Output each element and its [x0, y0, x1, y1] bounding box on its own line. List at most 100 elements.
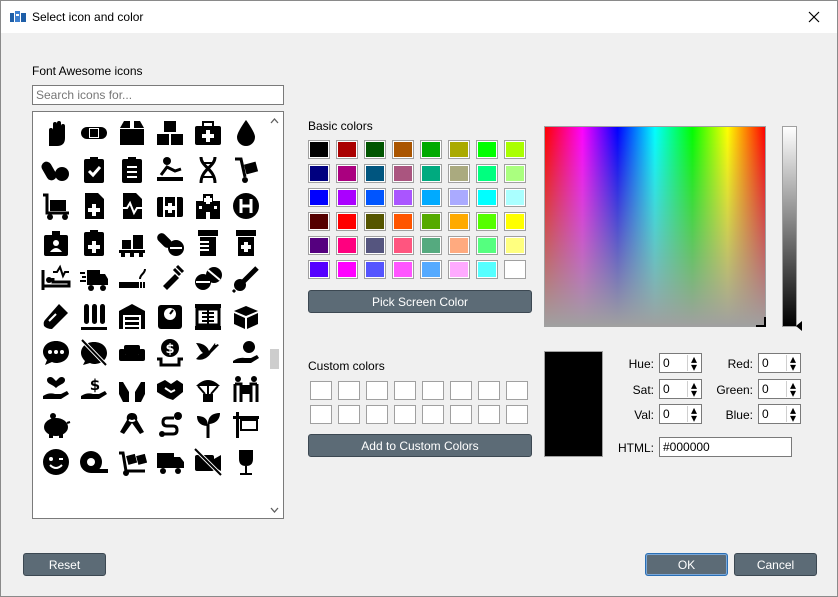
icon-cell[interactable]: [37, 410, 75, 447]
icon-cell[interactable]: $: [151, 337, 189, 374]
color-swatch[interactable]: [420, 260, 442, 279]
icon-cell[interactable]: [227, 447, 265, 484]
icon-cell[interactable]: [151, 228, 189, 265]
icon-cell[interactable]: [189, 447, 227, 484]
icon-cell[interactable]: [113, 155, 151, 192]
icon-cell[interactable]: [151, 410, 189, 447]
color-swatch[interactable]: [336, 260, 358, 279]
icon-cell[interactable]: [37, 374, 75, 411]
custom-color-slot[interactable]: [478, 405, 500, 424]
color-swatch[interactable]: [504, 188, 526, 207]
icon-cell[interactable]: [151, 301, 189, 338]
color-swatch[interactable]: [420, 140, 442, 159]
custom-color-slot[interactable]: [422, 381, 444, 400]
icon-cell[interactable]: [75, 191, 113, 228]
color-swatch[interactable]: [448, 140, 470, 159]
custom-color-slot[interactable]: [310, 381, 332, 400]
icon-list-scrollbar[interactable]: [266, 112, 283, 518]
color-swatch[interactable]: [336, 212, 358, 231]
icon-cell[interactable]: [75, 228, 113, 265]
color-swatch[interactable]: [364, 212, 386, 231]
add-custom-color-button[interactable]: Add to Custom Colors: [308, 434, 532, 457]
color-swatch[interactable]: [308, 164, 330, 183]
color-swatch[interactable]: [448, 236, 470, 255]
color-swatch[interactable]: [392, 260, 414, 279]
custom-color-slot[interactable]: [366, 381, 388, 400]
sat-spinbox[interactable]: 0 ▴ ▾: [659, 378, 702, 400]
color-swatch[interactable]: [504, 260, 526, 279]
icon-cell[interactable]: [189, 155, 227, 192]
icon-cell[interactable]: [37, 337, 75, 374]
custom-color-slot[interactable]: [338, 405, 360, 424]
custom-color-slot[interactable]: [450, 381, 472, 400]
custom-color-slot[interactable]: [506, 381, 528, 400]
spin-down-icon[interactable]: ▾: [787, 386, 799, 400]
icon-cell[interactable]: [227, 301, 265, 338]
color-swatch[interactable]: [420, 236, 442, 255]
icon-cell[interactable]: [37, 191, 75, 228]
custom-color-slot[interactable]: [338, 381, 360, 400]
spin-down-icon[interactable]: ▾: [688, 386, 700, 400]
luminance-arrow-icon[interactable]: [796, 321, 802, 331]
icon-cell[interactable]: [75, 118, 113, 155]
icon-cell[interactable]: [227, 337, 265, 374]
color-swatch[interactable]: [448, 188, 470, 207]
icon-cell[interactable]: [227, 410, 265, 447]
custom-color-slot[interactable]: [478, 381, 500, 400]
scroll-thumb[interactable]: [270, 349, 279, 369]
pick-screen-color-button[interactable]: Pick Screen Color: [308, 290, 532, 313]
close-button[interactable]: [791, 1, 837, 33]
blue-spinbox[interactable]: 0 ▴ ▾: [758, 403, 801, 425]
luminance-slider[interactable]: [782, 126, 797, 327]
ok-button[interactable]: OK: [645, 553, 728, 576]
custom-color-slot[interactable]: [394, 405, 416, 424]
icon-cell[interactable]: [189, 118, 227, 155]
icon-cell[interactable]: [189, 301, 227, 338]
color-swatch[interactable]: [308, 236, 330, 255]
icon-cell[interactable]: [189, 191, 227, 228]
icon-cell[interactable]: [75, 301, 113, 338]
icon-cell[interactable]: [113, 447, 151, 484]
color-swatch[interactable]: [364, 140, 386, 159]
color-swatch[interactable]: [476, 260, 498, 279]
custom-color-slot[interactable]: [450, 405, 472, 424]
color-swatch[interactable]: [448, 212, 470, 231]
icon-cell[interactable]: [37, 264, 75, 301]
icon-cell[interactable]: [151, 155, 189, 192]
color-swatch[interactable]: [448, 260, 470, 279]
cancel-button[interactable]: Cancel: [734, 553, 817, 576]
icon-cell[interactable]: [37, 155, 75, 192]
icon-cell[interactable]: [151, 264, 189, 301]
icon-cell[interactable]: [37, 228, 75, 265]
custom-color-slot[interactable]: [422, 405, 444, 424]
icon-cell[interactable]: [189, 410, 227, 447]
reset-button[interactable]: Reset: [23, 553, 106, 576]
custom-color-slot[interactable]: [394, 381, 416, 400]
color-swatch[interactable]: [476, 140, 498, 159]
html-color-input[interactable]: #000000: [659, 437, 792, 457]
color-swatch[interactable]: [420, 164, 442, 183]
color-swatch[interactable]: [308, 188, 330, 207]
icon-cell[interactable]: [75, 155, 113, 192]
icon-cell[interactable]: [113, 374, 151, 411]
color-swatch[interactable]: [392, 140, 414, 159]
red-spinbox[interactable]: 0 ▴ ▾: [758, 352, 801, 374]
color-swatch[interactable]: [504, 236, 526, 255]
color-swatch[interactable]: [476, 188, 498, 207]
icon-cell[interactable]: [227, 228, 265, 265]
icon-cell[interactable]: [37, 118, 75, 155]
color-swatch[interactable]: [476, 236, 498, 255]
icon-cell[interactable]: [227, 264, 265, 301]
icon-cell[interactable]: [151, 374, 189, 411]
spin-down-icon[interactable]: ▾: [688, 360, 700, 374]
color-spectrum[interactable]: [544, 126, 766, 327]
icon-cell[interactable]: [227, 191, 265, 228]
icon-cell[interactable]: [113, 410, 151, 447]
icon-cell[interactable]: $: [75, 374, 113, 411]
color-swatch[interactable]: [420, 188, 442, 207]
search-icons-input[interactable]: [32, 85, 284, 105]
color-swatch[interactable]: [336, 236, 358, 255]
custom-color-slot[interactable]: [366, 405, 388, 424]
color-swatch[interactable]: [336, 188, 358, 207]
color-swatch[interactable]: [448, 164, 470, 183]
